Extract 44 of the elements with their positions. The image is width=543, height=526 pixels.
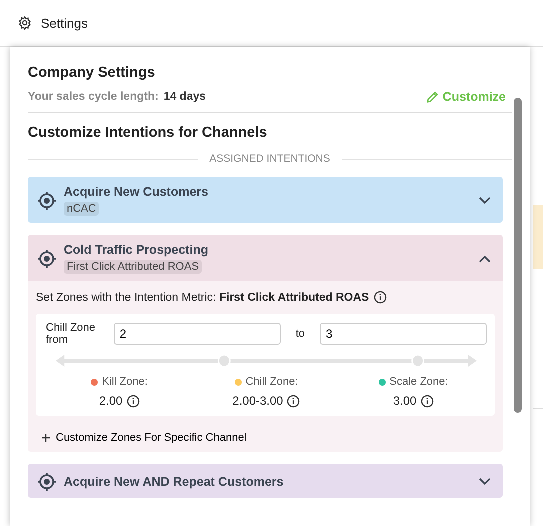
- zone-label: Kill Zone:: [102, 376, 148, 388]
- settings-icon[interactable]: [18, 16, 32, 30]
- field-label: to: [296, 328, 305, 340]
- section-title: Company Settings: [28, 65, 156, 81]
- chevron-up-icon[interactable]: [479, 255, 491, 263]
- page-title: Settings: [41, 16, 88, 30]
- info-icon[interactable]: [420, 394, 434, 408]
- field-label: Chill Zone from: [46, 322, 97, 346]
- plus-icon: [42, 434, 50, 442]
- zone-label: Scale Zone:: [390, 376, 448, 388]
- metric-tag: First Click Attributed ROAS: [64, 260, 202, 274]
- slider-thumb[interactable]: [412, 354, 425, 368]
- chevron-down-icon[interactable]: [479, 197, 491, 205]
- pencil-icon: [426, 90, 439, 104]
- range-slider[interactable]: [56, 354, 477, 368]
- info-icon[interactable]: [374, 291, 388, 304]
- metric-tag: nCAC: [64, 202, 100, 216]
- scrollbar[interactable]: [514, 98, 522, 413]
- target-icon: [37, 191, 57, 211]
- from-field[interactable]: 2: [114, 323, 281, 345]
- field-label: Your sales cycle length:: [28, 91, 159, 103]
- customize-zones-link[interactable]: Customize Zones For Specific Channel: [42, 432, 247, 444]
- info-icon[interactable]: [287, 394, 300, 408]
- info-icon[interactable]: [126, 394, 140, 408]
- zone-value: 2.00: [99, 394, 123, 408]
- zone-value: 2.00-3.00: [232, 394, 284, 408]
- to-field[interactable]: 3: [320, 323, 487, 345]
- slider-thumb[interactable]: [218, 354, 231, 368]
- intention-title: Acquire New Customers: [64, 185, 208, 199]
- divider-label: ASSIGNED INTENTIONS: [210, 153, 330, 165]
- intention-title: Acquire New AND Repeat Customers: [64, 475, 284, 489]
- target-icon: [37, 249, 57, 269]
- zone-label: Chill Zone:: [246, 376, 298, 388]
- background-panel: [533, 205, 543, 269]
- section-title: Customize Intentions for Channels: [28, 125, 268, 141]
- intention-header[interactable]: Acquire New Customers nCAC: [28, 177, 503, 223]
- metric-sentence: Set Zones with the Intention Metric: First Click Attributed ROAS: [36, 292, 370, 304]
- chevron-down-icon[interactable]: [479, 478, 491, 486]
- field-value: 14 days: [164, 91, 206, 103]
- intention-title: Cold Traffic Prospecting: [64, 243, 208, 257]
- zone-value: 3.00: [393, 394, 417, 408]
- intention-header[interactable]: Cold Traffic Prospecting First Click Attributed ROAS: [28, 235, 503, 281]
- intention-header[interactable]: Acquire New AND Repeat Customers: [28, 464, 503, 498]
- target-icon: [37, 472, 57, 492]
